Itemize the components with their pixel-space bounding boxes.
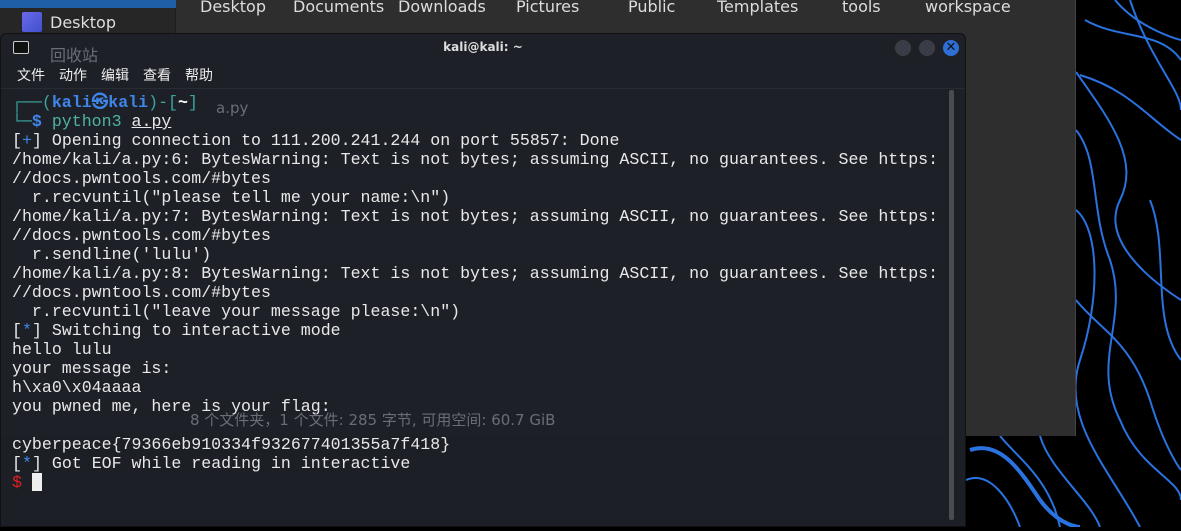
output-line: /home/kali/a.py:8: BytesWarning: Text is… (12, 264, 939, 283)
maximize-button[interactable] (918, 39, 936, 57)
output-line: ​ (12, 416, 938, 435)
folder-workspace[interactable]: workspace (925, 0, 1011, 16)
text-cursor (31, 473, 42, 491)
folder-documents[interactable]: Documents (293, 0, 384, 16)
folder-tools[interactable]: tools (842, 0, 881, 16)
command-line: └─$ python3 a.py (12, 112, 172, 131)
folder-public[interactable]: Public (628, 0, 675, 16)
desktop-folder-icon (22, 12, 42, 32)
close-button[interactable]: ✕ (942, 39, 960, 57)
sidebar-selected-item[interactable] (0, 0, 176, 8)
output-line: /home/kali/a.py:6: BytesWarning: Text is… (12, 150, 939, 169)
output-line: you pwned me, here is your flag: (12, 397, 331, 416)
title-bar[interactable]: kali@kali: ~ ✕ (1, 34, 965, 61)
minimize-button[interactable] (894, 39, 912, 57)
output-line: r.sendline('lulu') (12, 245, 212, 264)
window-title: kali@kali: ~ (443, 40, 523, 54)
command: python3 (51, 112, 122, 131)
command-arg: a.py (131, 112, 172, 131)
menu-help[interactable]: 帮助 (185, 65, 213, 85)
menu-file[interactable]: 文件 (17, 65, 45, 85)
output-line: your message is: (12, 359, 172, 378)
folder-pictures[interactable]: Pictures (516, 0, 579, 16)
prompt-line: ┌──(kali㉿kali)-[~] (12, 93, 198, 112)
output-line: //docs.pwntools.com/#bytes (12, 283, 271, 302)
sidebar-item-label: Desktop (50, 12, 116, 32)
output-line: //docs.pwntools.com/#bytes (12, 226, 271, 245)
sidebar-item-desktop[interactable]: Desktop (22, 12, 116, 32)
output-line: hello lulu (12, 340, 112, 359)
output-line: [*] Switching to interactive mode (12, 321, 341, 340)
output-line: r.recvuntil("leave your message please:\… (12, 302, 461, 321)
folder-templates[interactable]: Templates (717, 0, 798, 16)
scrollbar[interactable] (949, 90, 954, 520)
final-prompt: $ (12, 473, 938, 492)
folder-downloads[interactable]: Downloads (398, 0, 486, 16)
output-line: /home/kali/a.py:7: BytesWarning: Text is… (12, 207, 939, 226)
output-line: //docs.pwntools.com/#bytes (12, 169, 271, 188)
output-line: [+] Opening connection to 111.200.241.24… (12, 131, 620, 150)
prompt-dir: ~ (177, 93, 188, 112)
menu-view[interactable]: 查看 (143, 65, 171, 85)
output-line: cyberpeace{79366eb910334f932677401355a7f… (12, 435, 451, 454)
folder-desktop[interactable]: Desktop (200, 0, 266, 16)
output-line: h\xa0\x04aaaa (12, 378, 142, 397)
menu-bar: 文件 动作 编辑 查看 帮助 (1, 61, 965, 89)
output-line: [*] Got EOF while reading in interactive (12, 454, 411, 473)
terminal-window[interactable]: kali@kali: ~ ✕ 文件 动作 编辑 查看 帮助 ┌──(kali㉿k… (0, 33, 966, 527)
prompt-user: kali㉿kali (51, 93, 149, 112)
output-line: r.recvuntil("please tell me your name:\n… (12, 188, 451, 207)
terminal-output[interactable]: ┌──(kali㉿kali)-[~] └─$ python3 a.py [+] Op… (12, 93, 938, 492)
menu-action[interactable]: 动作 (59, 65, 87, 85)
menu-edit[interactable]: 编辑 (101, 65, 129, 85)
